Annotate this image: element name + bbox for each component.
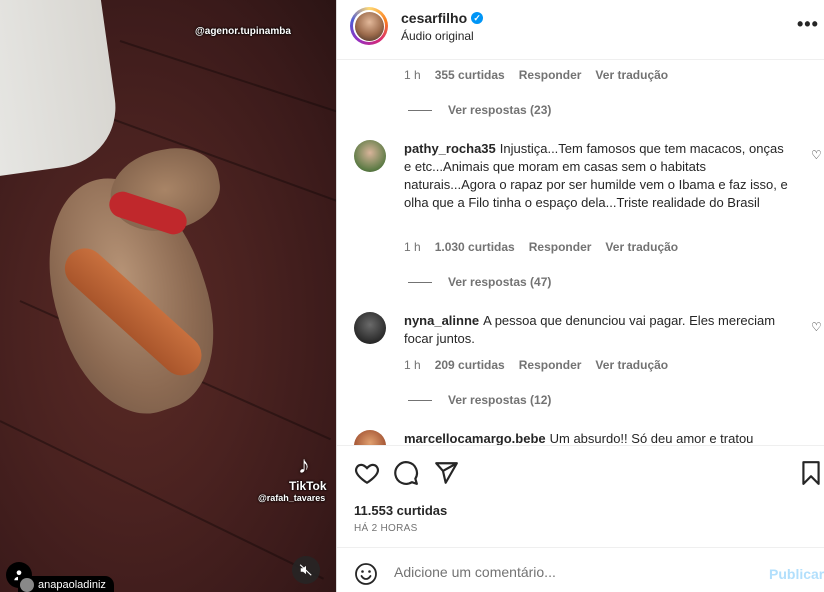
view-replies-button[interactable]: Ver respostas (47) [408,275,551,289]
add-comment-bar: Publicar [337,547,824,592]
publish-button[interactable]: Publicar [769,566,824,582]
comment-meta: 1 h 1.030 curtidas Responder Ver traduçã… [404,240,678,254]
commenter-avatar[interactable] [354,140,386,172]
replies-divider [408,281,432,283]
commenter-avatar[interactable] [354,430,386,445]
replies-divider [408,399,432,401]
commenter-username[interactable]: pathy_rocha35 [404,141,496,156]
reply-button[interactable]: Responder [529,240,592,254]
floor-line [119,40,336,123]
tagged-user-name: anapaoladiniz [38,579,106,591]
commenter-avatar[interactable] [354,312,386,344]
comment-meta: 1 h 355 curtidas Responder Ver tradução [404,68,668,82]
verified-badge-icon: ✓ [471,12,484,24]
post-actions: 11.553 curtidas HÁ 2 HORAS [337,445,824,547]
comment-text: nyna_alinne A pessoa que denunciou vai pa… [404,312,794,348]
watermark-top: @agenor.tupinamba [195,26,291,37]
comments-list[interactable]: 1 h 355 curtidas Responder Ver tradução … [337,60,824,445]
tagged-user-avatar [20,578,34,592]
post-header: cesarfilho ✓ Áudio original ••• [337,0,824,60]
comment-body: Um absurdo!! Só deu amor e tratou [549,431,754,445]
view-replies-button[interactable]: Ver respostas (12) [408,393,551,407]
more-options-icon[interactable]: ••• [797,14,819,35]
comment-input[interactable] [392,560,756,584]
post-timestamp[interactable]: HÁ 2 HORAS [354,523,418,534]
tagged-user-chip[interactable]: anapaoladiniz [18,576,114,592]
emoji-smiley-icon[interactable] [354,562,378,586]
translate-button[interactable]: Ver tradução [595,68,668,82]
post-video[interactable]: @agenor.tupinamba ♪ TikTok @rafah_tavare… [0,0,336,592]
mute-button[interactable] [292,556,320,584]
author-username-text: cesarfilho [401,10,468,26]
speaker-muted-icon [299,564,312,576]
commenter-username[interactable]: marcellocamargo.bebe [404,431,546,445]
like-heart-icon[interactable] [354,460,380,486]
translate-button[interactable]: Ver tradução [595,358,668,372]
comment-time: 1 h [404,240,421,254]
comment-likes[interactable]: 1.030 curtidas [435,240,515,254]
comment-text: marcellocamargo.bebe Um absurdo!! Só deu … [404,430,794,445]
author-username[interactable]: cesarfilho ✓ [401,10,484,26]
comment-likes[interactable]: 209 curtidas [435,358,505,372]
audio-link[interactable]: Áudio original [401,29,474,43]
view-replies-button[interactable]: Ver respostas (23) [408,103,551,117]
comment-likes[interactable]: 355 curtidas [435,68,505,82]
tiktok-user: @rafah_tavares [258,493,326,503]
view-replies-label: Ver respostas (12) [448,393,552,407]
author-avatar-image [354,11,384,41]
wall [0,0,124,180]
bookmark-save-icon[interactable] [798,460,824,486]
like-comment-heart-icon[interactable]: ♡ [811,320,822,334]
comment-time: 1 h [404,358,421,372]
comment-time: 1 h [404,68,421,82]
reply-button[interactable]: Responder [519,358,582,372]
view-replies-label: Ver respostas (23) [448,103,552,117]
post-side-panel: cesarfilho ✓ Áudio original ••• 1 h 355 … [336,0,824,592]
replies-divider [408,109,432,111]
translate-button[interactable]: Ver tradução [605,240,678,254]
comment-text: pathy_rocha35 Injustiça...Tem famosos que… [404,140,794,212]
view-replies-label: Ver respostas (47) [448,275,552,289]
like-comment-heart-icon[interactable]: ♡ [811,148,822,162]
tiktok-icon: ♪ [298,452,310,479]
share-send-icon[interactable] [433,460,459,486]
post-likes-count[interactable]: 11.553 curtidas [354,503,447,518]
tiktok-label: TikTok [289,479,327,493]
author-avatar[interactable] [350,7,388,45]
reply-button[interactable]: Responder [519,68,582,82]
comment-meta: 1 h 209 curtidas Responder Ver tradução [404,358,668,372]
comment-bubble-icon[interactable] [393,460,419,486]
commenter-username[interactable]: nyna_alinne [404,313,479,328]
